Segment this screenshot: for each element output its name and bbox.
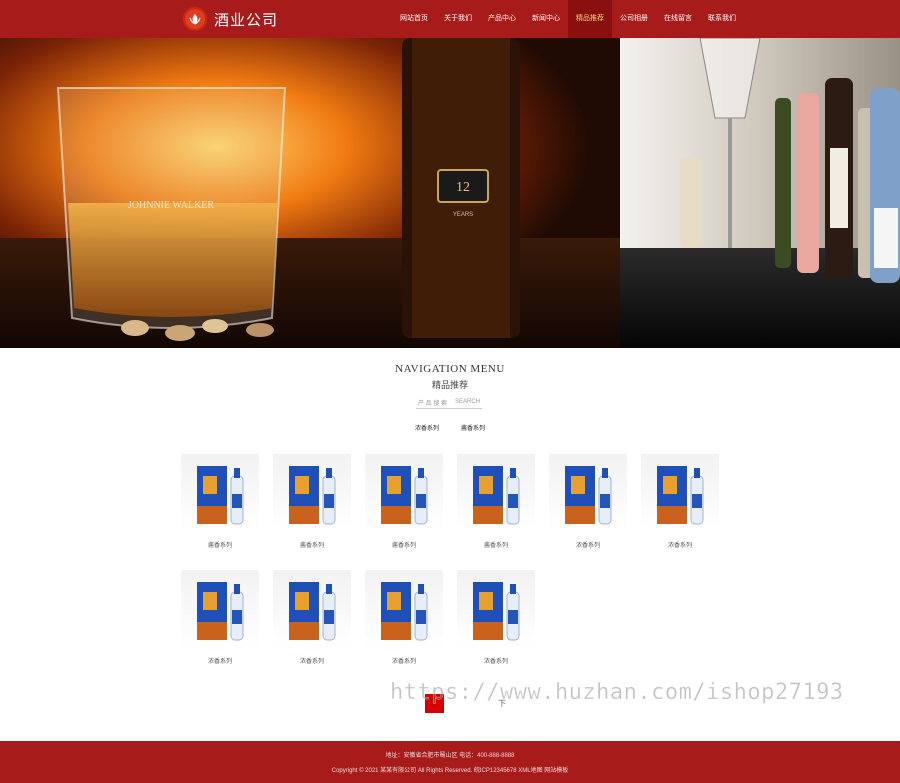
product-search[interactable]: 产 品 搜 索 SEARCH <box>416 396 482 409</box>
banner-image: 12 YEARS JOHNNIE WALKER <box>0 38 900 348</box>
product-thumbnail[interactable] <box>457 454 535 532</box>
watermark-text: https://www.huzhan.com/ishop27193 <box>390 680 844 706</box>
glass-brand-text: JOHNNIE WALKER <box>128 200 215 211</box>
nav-home[interactable]: 网站首页 <box>392 0 436 38</box>
logo-icon <box>183 7 207 31</box>
section-title-cn: 精品推荐 <box>431 380 468 390</box>
product-thumbnail[interactable] <box>365 454 443 532</box>
category-tabs: 浓香系列 酱香系列 <box>0 423 900 432</box>
product-caption[interactable]: 酱香系列 <box>273 540 351 549</box>
nav-products[interactable]: 产品中心 <box>480 0 524 38</box>
product-card[interactable]: 酱香系列 <box>365 454 443 549</box>
nav-contact[interactable]: 联系我们 <box>700 0 744 38</box>
product-caption[interactable]: 浓香系列 <box>457 656 535 665</box>
nav-album[interactable]: 公司相册 <box>612 0 656 38</box>
footer-address: 地址：安徽省合肥市蜀山区 电话：400-888-8888 <box>385 753 515 759</box>
product-caption[interactable]: 浓香系列 <box>641 540 719 549</box>
product-card[interactable]: 浓香系列 <box>273 570 351 665</box>
product-thumbnail[interactable] <box>273 454 351 532</box>
product-card[interactable]: 酱香系列 <box>273 454 351 549</box>
nav-news[interactable]: 新闻中心 <box>524 0 568 38</box>
hero-banner[interactable]: 12 YEARS JOHNNIE WALKER <box>0 38 900 348</box>
main-nav: 网站首页 关于我们 产品中心 新闻中心 精品推荐 公司相册 在线留言 联系我们 <box>392 0 744 38</box>
product-caption[interactable]: 浓香系列 <box>273 656 351 665</box>
section-title-en: NAVIGATION MENU <box>395 363 505 375</box>
top-header: 酒业公司 网站首页 关于我们 产品中心 新闻中心 精品推荐 公司相册 在线留言 … <box>0 0 900 38</box>
product-thumbnail[interactable] <box>181 570 259 648</box>
product-thumbnail[interactable] <box>641 454 719 532</box>
tab-nongxiang[interactable]: 浓香系列 <box>415 423 439 432</box>
nav-featured[interactable]: 精品推荐 <box>568 0 612 38</box>
product-thumbnail[interactable] <box>273 570 351 648</box>
product-caption[interactable]: 浓香系列 <box>181 656 259 665</box>
nav-about[interactable]: 关于我们 <box>436 0 480 38</box>
bottle-label-number: 12 <box>456 180 470 195</box>
search-label-en: SEARCH <box>455 399 481 405</box>
product-card[interactable]: 浓香系列 <box>641 454 719 549</box>
product-thumbnail[interactable] <box>457 570 535 648</box>
product-caption[interactable]: 浓香系列 <box>549 540 627 549</box>
product-caption[interactable]: 酱香系列 <box>181 540 259 549</box>
product-thumbnail[interactable] <box>549 454 627 532</box>
site-footer: 地址：安徽省合肥市蜀山区 电话：400-888-8888 Copyright ©… <box>0 741 900 783</box>
nav-guestbook[interactable]: 在线留言 <box>656 0 700 38</box>
product-card[interactable]: 浓香系列 <box>549 454 627 549</box>
product-card[interactable]: 浓香系列 <box>181 570 259 665</box>
product-caption[interactable]: 酱香系列 <box>365 540 443 549</box>
logo-text: 酒业公司 <box>214 11 279 29</box>
product-thumbnail[interactable] <box>181 454 259 532</box>
product-caption[interactable]: 浓香系列 <box>365 656 443 665</box>
product-card[interactable]: 浓香系列 <box>365 570 443 665</box>
tab-jiangxiang[interactable]: 酱香系列 <box>461 423 485 432</box>
logo[interactable]: 酒业公司 <box>183 7 278 31</box>
product-caption[interactable]: 酱香系列 <box>457 540 535 549</box>
bottle-label-text: YEARS <box>453 212 473 218</box>
product-card[interactable]: 酱香系列 <box>181 454 259 549</box>
product-card[interactable]: 酱香系列 <box>457 454 535 549</box>
search-label-cn: 产 品 搜 索 <box>417 400 447 407</box>
product-thumbnail[interactable] <box>365 570 443 648</box>
footer-copyright: Copyright © 2021 某某有限公司 All Rights Reser… <box>331 768 569 774</box>
product-card[interactable]: 浓香系列 <box>457 570 535 665</box>
